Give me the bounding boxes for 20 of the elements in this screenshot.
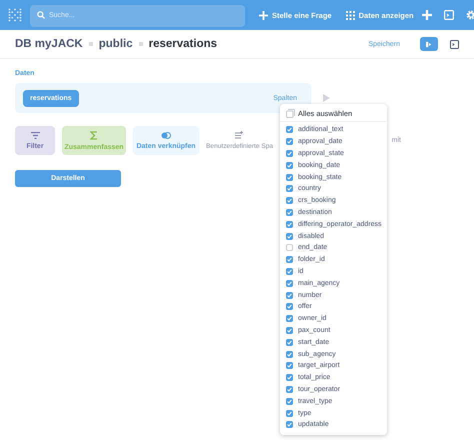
logo-icon[interactable] [8,8,22,22]
checkbox-stack-icon [286,109,295,118]
separator-icon [138,42,143,46]
add-column-icon [235,131,244,139]
play-icon[interactable] [323,94,330,102]
settings-icon[interactable] [466,10,474,20]
join-icon [161,132,171,138]
console-icon[interactable] [450,40,459,48]
plus-icon[interactable] [422,10,432,20]
notebook-icon [426,40,432,48]
sum-icon [90,130,98,140]
breadcrumb-item[interactable]: public [98,38,133,50]
separator-icon [88,42,93,46]
plus-icon [259,10,268,20]
breadcrumb-item: reservations [148,38,218,50]
filter-icon [30,132,40,138]
grid-icon [346,10,355,20]
notebook-button[interactable] [420,37,438,51]
checkbox[interactable] [286,244,293,252]
breadcrumb-item[interactable]: DB myJACK [15,38,83,50]
